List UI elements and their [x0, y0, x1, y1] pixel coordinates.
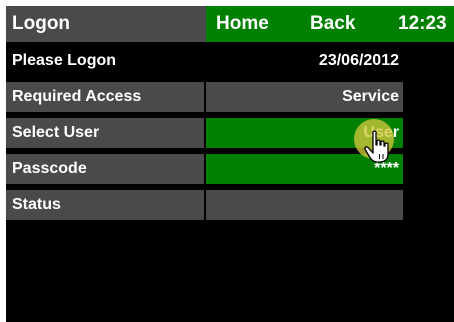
required-access-field[interactable]: Service	[206, 82, 403, 112]
header-nav-bar: Home Back 12:23	[206, 6, 454, 42]
select-user-label: Select User	[6, 118, 204, 148]
passcode-label: Passcode	[6, 154, 204, 184]
logon-prompt: Please Logon	[12, 52, 117, 69]
home-button[interactable]: Home	[216, 6, 269, 42]
page-title: Logon	[6, 6, 206, 42]
status-field	[206, 190, 403, 220]
logon-screen: Logon Home Back 12:23 Please Logon 23/06…	[6, 6, 454, 322]
date-display: 23/06/2012	[318, 52, 399, 69]
clock-time: 12:23	[398, 13, 447, 34]
back-button[interactable]: Back	[310, 6, 355, 42]
status-label: Status	[6, 190, 204, 220]
required-access-label: Required Access	[6, 82, 204, 112]
hand-pointer-icon	[364, 130, 394, 164]
